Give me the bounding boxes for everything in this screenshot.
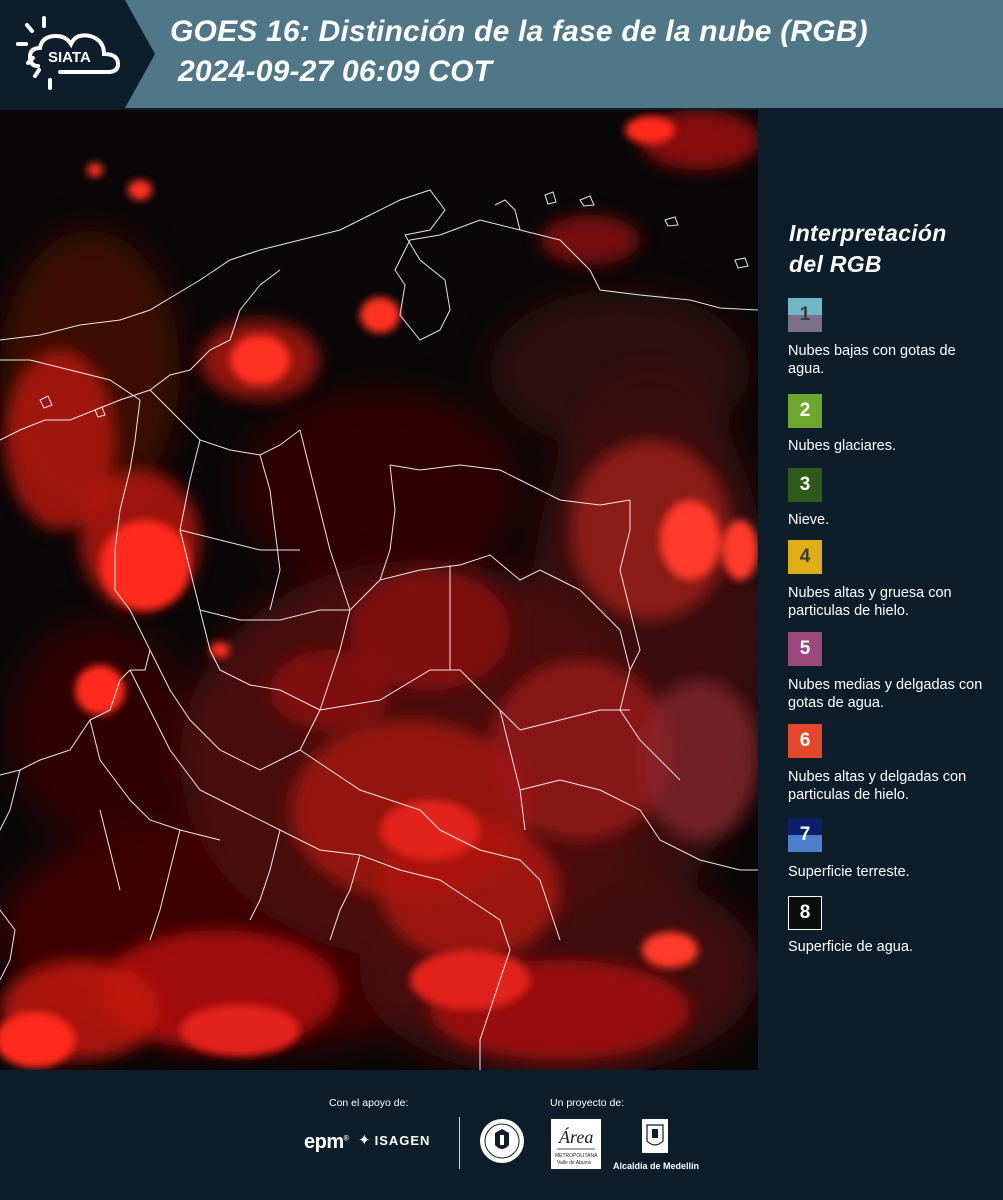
satellite-map[interactable] bbox=[0, 110, 758, 1070]
medellin-university-seal-logo bbox=[478, 1115, 526, 1167]
siata-logo: SIATA bbox=[0, 0, 155, 108]
legend-label: Superficie terreste. bbox=[788, 864, 910, 880]
legend-swatch: 7 bbox=[788, 818, 822, 852]
support-label: Con el apoyo de: bbox=[329, 1097, 409, 1109]
project-label: Un proyecto de: bbox=[550, 1097, 625, 1109]
area-metropolitana-logo: Área METROPOLITANA Valle de Aburrá bbox=[551, 1119, 601, 1169]
svg-text:SIATA: SIATA bbox=[48, 49, 91, 66]
legend-label: Nubes bajas con gotas de agua. bbox=[788, 343, 956, 377]
epm-logo: epm® bbox=[304, 1131, 349, 1153]
alcaldia-label: Alcaldía de Medellín bbox=[613, 1161, 700, 1171]
legend-swatch: 3 bbox=[788, 468, 822, 502]
isagen-logo: ✦ ISAGEN bbox=[358, 1132, 431, 1149]
legend-label: Nubes altas y delgadas con particulas de… bbox=[788, 769, 967, 803]
legend-swatch: 5 bbox=[788, 632, 822, 666]
footer-divider bbox=[459, 1117, 460, 1169]
legend-swatch: 1 bbox=[788, 298, 822, 332]
legend-label: Nubes glaciares. bbox=[788, 438, 896, 454]
image-timestamp: 2024-09-27 06:09 COT bbox=[178, 55, 493, 88]
legend-label: Nieve. bbox=[788, 512, 830, 528]
legend-title-line2: del RGB bbox=[789, 251, 882, 277]
legend-swatch: 8 bbox=[788, 896, 822, 930]
legend-title-line1: Interpretación bbox=[789, 220, 947, 246]
legend-title: Interpretación del RGB bbox=[789, 218, 999, 280]
legend-swatch: 6 bbox=[788, 724, 822, 758]
footer: Con el apoyo de: Un proyecto de: epm® ✦ I… bbox=[0, 1070, 1003, 1200]
legend-label: Superficie de agua. bbox=[788, 939, 913, 955]
legend-label: Nubes medias y delgadas con gotas de agu… bbox=[788, 677, 983, 711]
svg-text:Área: Área bbox=[558, 1126, 593, 1147]
legend-swatch: 4 bbox=[788, 540, 822, 574]
legend-panel: Interpretación del RGB 1 Nubes bajas con… bbox=[758, 110, 1003, 1070]
svg-text:Valle de Aburrá: Valle de Aburrá bbox=[557, 1160, 591, 1166]
alcaldia-shield-icon bbox=[640, 1117, 670, 1157]
svg-text:METROPOLITANA: METROPOLITANA bbox=[555, 1153, 598, 1159]
header-bar: SIATA GOES 16: Distinción de la fase de … bbox=[0, 0, 1003, 108]
legend-label: Nubes altas y gruesa con particulas de h… bbox=[788, 585, 952, 619]
isagen-mark-icon: ✦ bbox=[358, 1132, 372, 1149]
legend-swatch: 2 bbox=[788, 394, 822, 428]
page-title: GOES 16: Distinción de la fase de la nub… bbox=[170, 15, 868, 48]
